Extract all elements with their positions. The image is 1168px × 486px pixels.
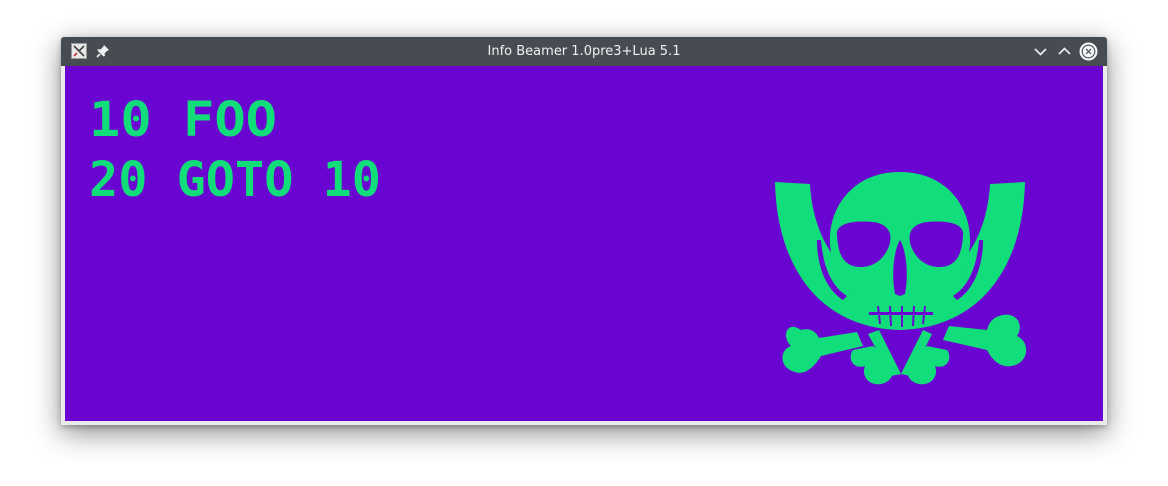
close-icon[interactable] [1079,42,1098,61]
svg-text:20 GOTO 10: 20 GOTO 10 [89,160,381,202]
code-line-2: 20 GOTO 10 [89,160,381,202]
svg-text:10 FOO: 10 FOO [89,100,277,142]
chevron-up-icon[interactable] [1055,42,1074,61]
skull-crossbones-posthorn-logo [775,172,1027,385]
render-area: 10 FOO 20 GOTO 10 [65,66,1103,421]
code-listing: 10 FOO 20 GOTO 10 [89,100,409,220]
code-line-1: 10 FOO [89,100,277,142]
window-title: Info Beamer 1.0pre3+Lua 5.1 [487,44,681,59]
app-window: Info Beamer 1.0pre3+Lua 5.1 10 FOO 20 GO… [61,37,1107,425]
chevron-down-icon[interactable] [1031,42,1050,61]
title-bar[interactable]: Info Beamer 1.0pre3+Lua 5.1 [61,37,1107,66]
